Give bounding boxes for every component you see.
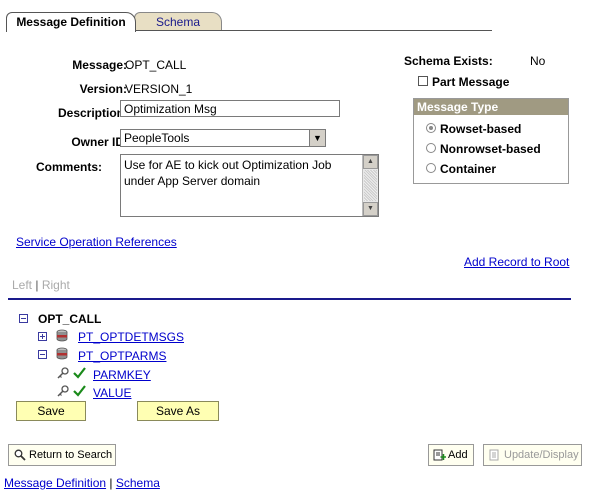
update-display-label: Update/Display — [504, 449, 579, 461]
radio-rowset-based[interactable] — [426, 123, 436, 133]
database-icon — [56, 329, 68, 342]
schema-exists-label: Schema Exists: — [404, 54, 493, 68]
key-icon — [57, 367, 69, 379]
message-value: OPT_CALL — [125, 58, 187, 72]
message-label: Message: — [72, 58, 127, 72]
right-tab[interactable]: Right — [42, 278, 70, 292]
field-link-parmkey[interactable]: PARMKEY — [93, 368, 151, 382]
owner-id-value: PeopleTools — [124, 131, 190, 145]
key-icon — [57, 385, 69, 397]
field-link-value[interactable]: VALUE — [93, 386, 131, 400]
schema-exists-value: No — [530, 54, 546, 68]
footer-message-definition-link[interactable]: Message Definition — [4, 476, 106, 490]
side-tabs-separator: | — [35, 278, 39, 292]
version-label: Version: — [79, 82, 127, 96]
tab-schema[interactable]: Schema — [134, 12, 222, 31]
add-record-to-root-link[interactable]: Add Record to Root — [464, 255, 569, 269]
comments-value: Use for AE to kick out Optimization Job … — [124, 158, 332, 188]
comments-scrollbar[interactable]: ▲ ▼ — [362, 155, 378, 216]
owner-id-label: Owner ID: — [71, 135, 128, 149]
return-to-search-button[interactable]: Return to Search — [8, 444, 116, 466]
owner-id-select[interactable]: PeopleTools ▼ — [120, 129, 326, 147]
tab-underline — [134, 30, 492, 31]
checkmark-icon — [73, 385, 86, 397]
part-message-checkbox[interactable] — [418, 76, 428, 86]
rowset-based-label: Rowset-based — [440, 122, 522, 136]
collapse-icon[interactable] — [38, 350, 47, 359]
return-to-search-label: Return to Search — [29, 449, 113, 461]
side-tabs: Left | Right — [12, 278, 70, 292]
description-label: Description: — [57, 106, 128, 120]
add-page-icon — [433, 449, 446, 461]
scroll-track[interactable] — [364, 170, 377, 201]
message-type-title: Message Type — [414, 99, 568, 115]
container-label: Container — [440, 162, 497, 176]
expand-icon[interactable] — [38, 332, 47, 341]
scroll-up-icon[interactable]: ▲ — [363, 155, 378, 169]
section-divider — [8, 298, 571, 300]
checkmark-icon — [73, 367, 86, 379]
message-type-group: Message Type Rowset-based Nonrowset-base… — [413, 98, 569, 184]
footer-separator: | — [109, 476, 113, 490]
description-input[interactable] — [120, 100, 340, 117]
record-link-pt-optdetmsgs[interactable]: PT_OPTDETMSGS — [78, 330, 184, 344]
service-operation-references-link[interactable]: Service Operation References — [16, 235, 177, 249]
left-tab[interactable]: Left — [12, 278, 32, 292]
collapse-icon[interactable] — [19, 314, 28, 323]
version-value: VERSION_1 — [125, 82, 193, 96]
nonrowset-based-label: Nonrowset-based — [440, 142, 541, 156]
chevron-down-icon[interactable]: ▼ — [309, 130, 325, 146]
update-display-button[interactable]: Update/Display — [483, 444, 582, 466]
footer-schema-link[interactable]: Schema — [116, 476, 160, 490]
save-as-button[interactable]: Save As — [137, 401, 219, 421]
tab-message-definition[interactable]: Message Definition — [6, 12, 136, 32]
footer-links: Message Definition | Schema — [4, 476, 160, 490]
radio-container[interactable] — [426, 163, 436, 173]
add-button[interactable]: Add — [428, 444, 474, 466]
part-message-label: Part Message — [432, 75, 510, 89]
scroll-down-icon[interactable]: ▼ — [363, 202, 378, 216]
radio-nonrowset-based[interactable] — [426, 143, 436, 153]
comments-textarea[interactable]: Use for AE to kick out Optimization Job … — [120, 154, 379, 217]
record-link-pt-optparms[interactable]: PT_OPTPARMS — [78, 349, 166, 363]
tree-root-label: OPT_CALL — [38, 312, 102, 326]
update-page-icon — [489, 449, 499, 461]
search-icon — [14, 449, 26, 461]
save-button[interactable]: Save — [16, 401, 86, 421]
add-label: Add — [448, 449, 468, 461]
comments-label: Comments: — [35, 160, 102, 174]
database-icon — [56, 347, 68, 360]
